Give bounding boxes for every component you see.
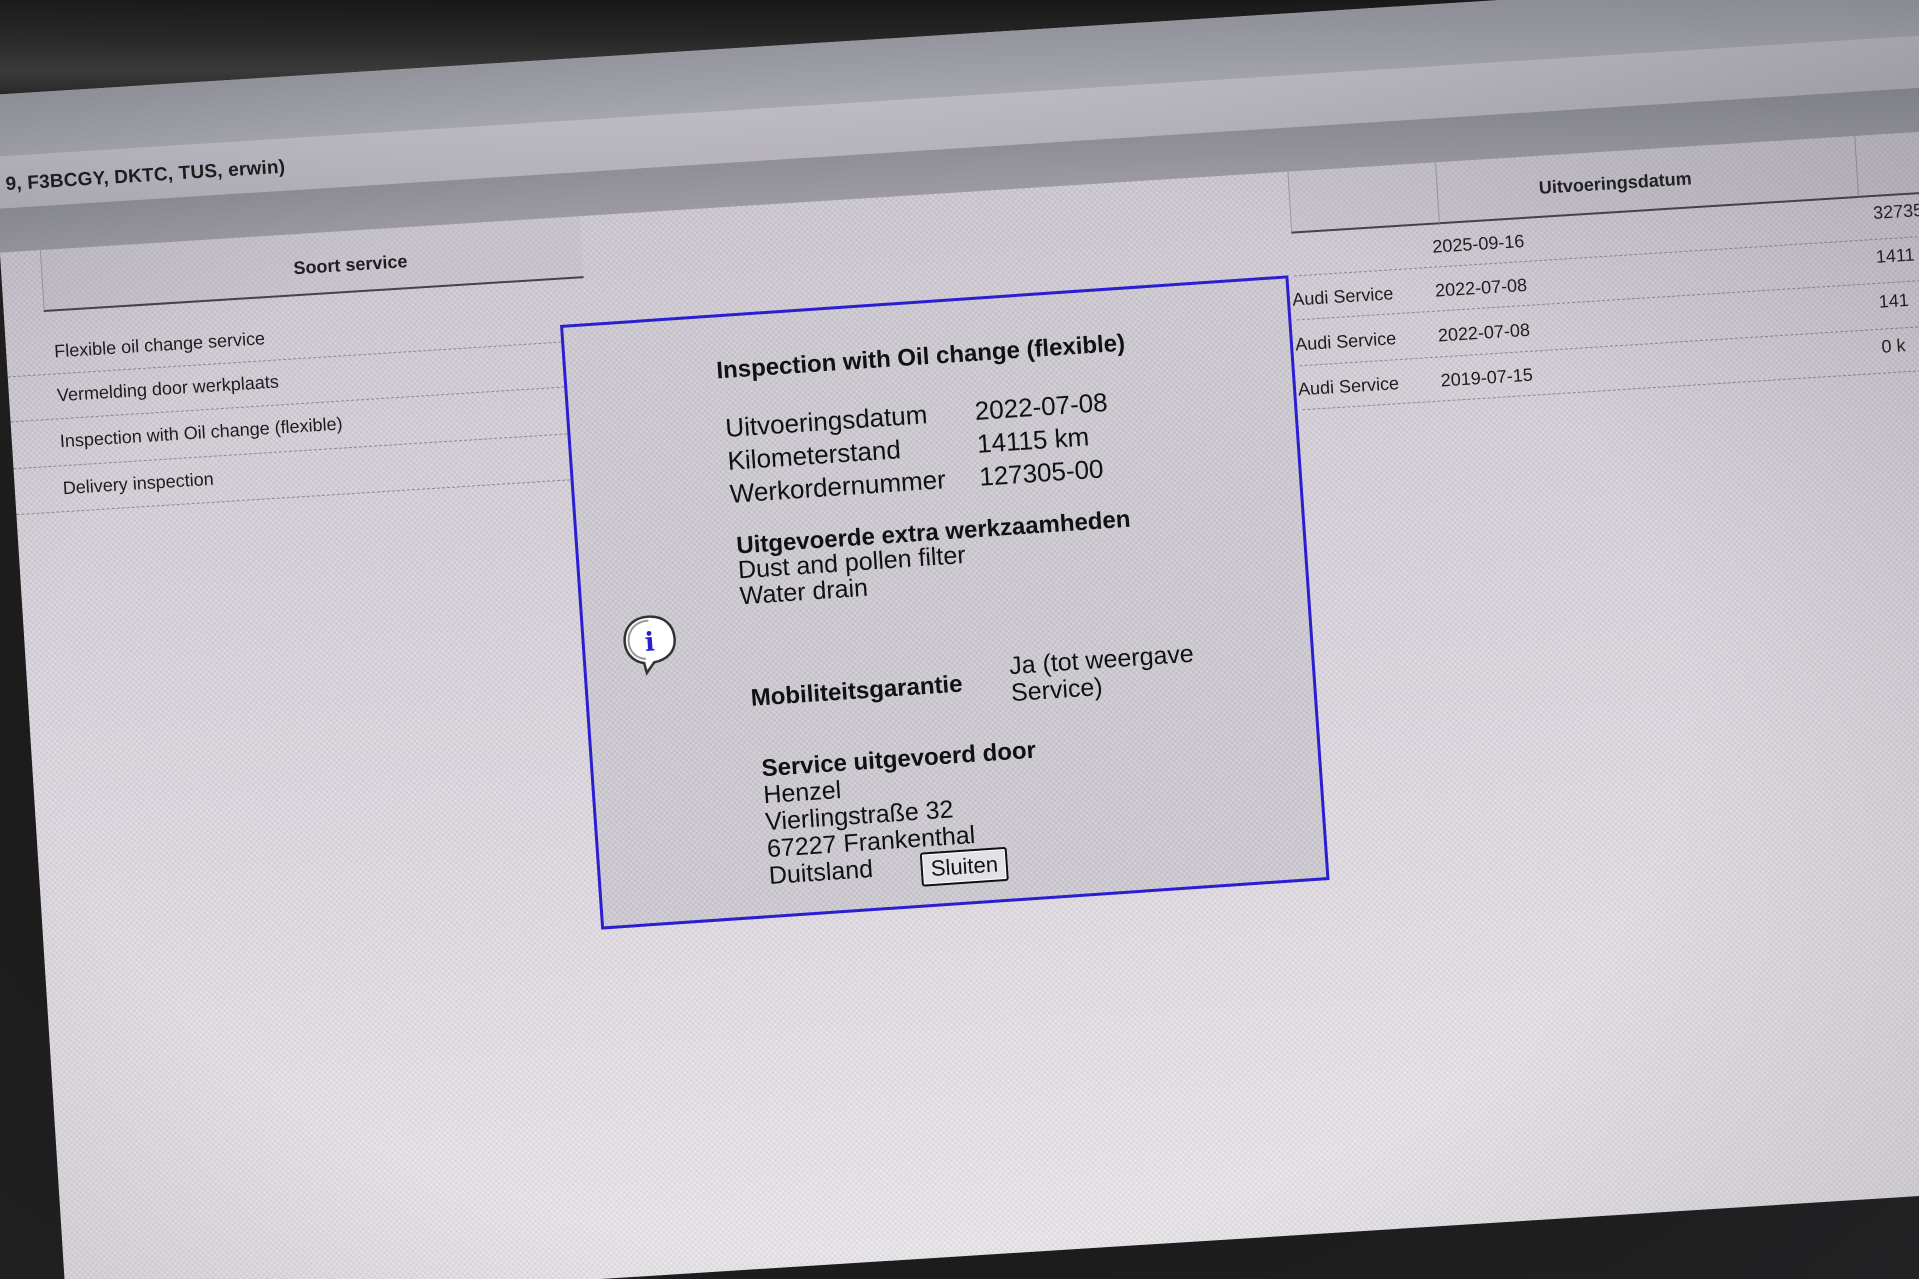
row-1-date[interactable]: 2025-09-16 <box>1432 231 1525 258</box>
info-speech-bubble-icon: i <box>619 611 681 679</box>
column-header-mileage[interactable] <box>1854 128 1919 198</box>
table-row-service-4[interactable]: Delivery inspection <box>62 469 214 499</box>
column-header-provider[interactable] <box>1287 162 1440 234</box>
svg-text:i: i <box>644 627 656 658</box>
dialog-title: Inspection with Oil change (flexible) <box>715 329 1126 385</box>
photo-stage: 9, F3BCGY, DKTC, TUS, erwin) Soort servi… <box>0 0 1919 1279</box>
mobility-guarantee-value: Ja (tot weergave Service) <box>1008 638 1231 707</box>
row-2-km: 1411 <box>1875 244 1916 267</box>
service-detail-dialog: Inspection with Oil change (flexible) Ui… <box>560 275 1330 930</box>
field-value: 127305-00 <box>978 453 1105 492</box>
mobility-guarantee-label: Mobiliteitsgarantie <box>749 670 964 712</box>
dialog-fields: Uitvoeringsdatum 2022-07-08 Kilometerstan… <box>724 386 1113 511</box>
row-4-km: 0 k <box>1880 335 1907 357</box>
mobility-guarantee-row: Mobiliteitsgarantie Ja (tot weergave Servi… <box>749 638 1232 725</box>
close-button[interactable]: Sluiten <box>919 846 1010 887</box>
row-2-date[interactable]: 2022-07-08 <box>1435 275 1528 302</box>
table-row-service-3[interactable]: Inspection with Oil change (flexible) <box>59 414 343 453</box>
mobility-value-line-2: Service) <box>1010 672 1104 708</box>
row-1-km: 32735 <box>1872 199 1919 223</box>
table-row-service-2[interactable]: Vermelding door werkplaats <box>56 371 279 406</box>
row-2-provider: Audi Service <box>1291 283 1394 310</box>
row-3-date[interactable]: 2022-07-08 <box>1437 320 1530 347</box>
row-3-km: 141 <box>1878 289 1910 312</box>
row-4-date[interactable]: 2019-07-15 <box>1440 365 1533 392</box>
row-3-provider: Audi Service <box>1294 328 1397 355</box>
row-4-provider: Audi Service <box>1297 373 1400 400</box>
row-divider <box>1293 232 1919 277</box>
field-value: 2022-07-08 <box>973 386 1109 426</box>
field-value: 14115 km <box>976 421 1091 459</box>
extra-work-section: Uitgevoerde extra werkzaamheden Dust and… <box>735 505 1134 612</box>
table-row-service-1[interactable]: Flexible oil change service <box>54 328 266 362</box>
